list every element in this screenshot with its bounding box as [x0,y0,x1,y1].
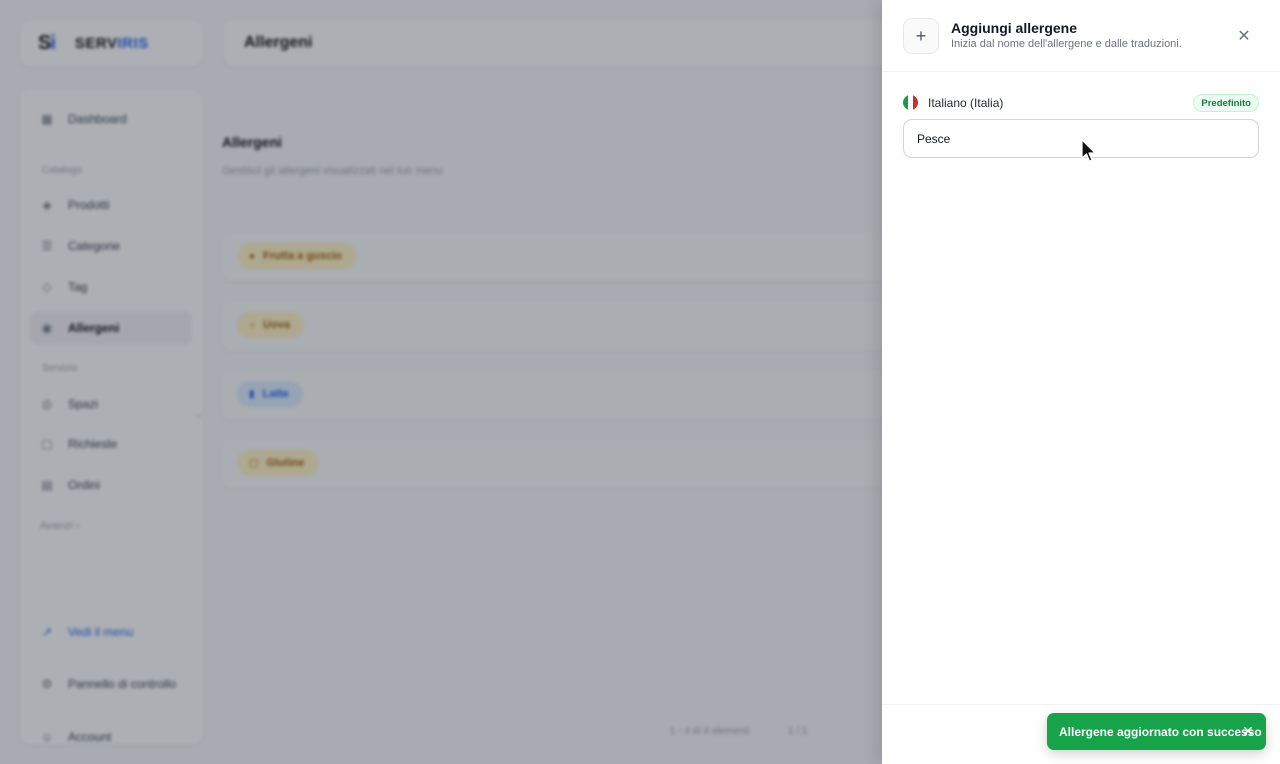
plus-icon: + [903,18,939,54]
add-allergen-drawer: + Aggiungi allergene Inizia dal nome del… [882,0,1280,764]
italy-flag-icon [903,95,918,110]
language-row: Italiano (Italia) Predefinito [903,94,1259,112]
toast-close-icon[interactable]: ✕ [1240,723,1256,739]
success-toast: Allergene aggiornato con successo ✕ [1047,713,1266,750]
drawer-title: Aggiungi allergene [951,20,1078,36]
close-icon[interactable]: ✕ [1234,26,1254,46]
language-label: Italiano (Italia) [928,96,1004,110]
drawer-footer-divider [882,704,1280,705]
drawer-subtitle: Inizia dal nome dell'allergene e dalle t… [951,38,1182,50]
default-badge: Predefinito [1193,94,1259,112]
mouse-cursor-icon [1081,139,1096,162]
toast-message: Allergene aggiornato con successo [1059,724,1262,739]
drawer-header: + Aggiungi allergene Inizia dal nome del… [882,0,1280,72]
